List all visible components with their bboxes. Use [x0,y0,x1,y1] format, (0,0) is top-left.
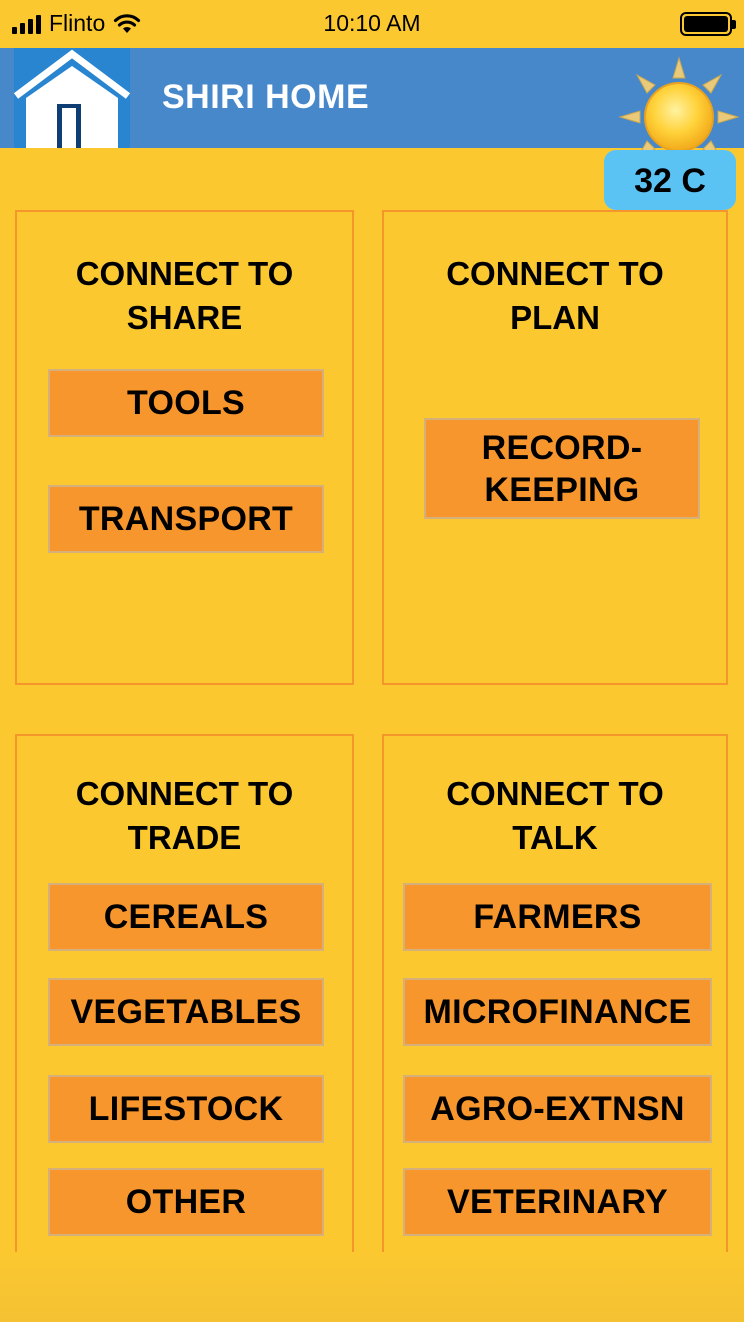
status-time: 10:10 AM [323,10,421,36]
farmers-button[interactable]: FARMERS [403,883,712,951]
panel-connect-to-plan: CONNECT TO PLAN RECORD- KEEPING [382,210,728,685]
tools-button[interactable]: TOOLS [48,369,324,437]
cereals-button[interactable]: CEREALS [48,883,324,951]
lifestock-button[interactable]: LIFESTOCK [48,1075,324,1143]
record-keeping-button[interactable]: RECORD- KEEPING [424,418,700,519]
house-icon [13,49,131,148]
temperature-badge[interactable]: 32 C [604,150,736,210]
panel-connect-to-talk: CONNECT TO TALK FARMERS MICROFINANCE AGR… [382,734,728,1257]
transport-button[interactable]: TRANSPORT [48,485,324,553]
agro-extension-button[interactable]: AGRO-EXTNSN [403,1075,712,1143]
status-bar: Flinto 10:10 AM [0,0,744,48]
panel-connect-to-trade: CONNECT TO TRADE CEREALS VEGETABLES LIFE… [15,734,354,1257]
home-button[interactable] [13,48,131,148]
panel-title-plan: CONNECT TO PLAN [446,255,664,336]
page-title: SHIRI HOME [162,78,370,116]
panel-title-share: CONNECT TO SHARE [75,255,294,336]
other-button[interactable]: OTHER [48,1168,324,1236]
panel-connect-to-share: CONNECT TO SHARE TOOLS TRANSPORT [15,210,354,685]
veterinary-button[interactable]: VETERINARY [403,1168,712,1236]
battery-icon [680,12,736,36]
microfinance-button[interactable]: MICROFINANCE [403,978,712,1046]
vegetables-button[interactable]: VEGETABLES [48,978,324,1046]
bottom-fade [0,1252,744,1322]
panel-title-trade: CONNECT TO TRADE [75,775,294,856]
panel-title-talk: CONNECT TO TALK [446,775,664,856]
